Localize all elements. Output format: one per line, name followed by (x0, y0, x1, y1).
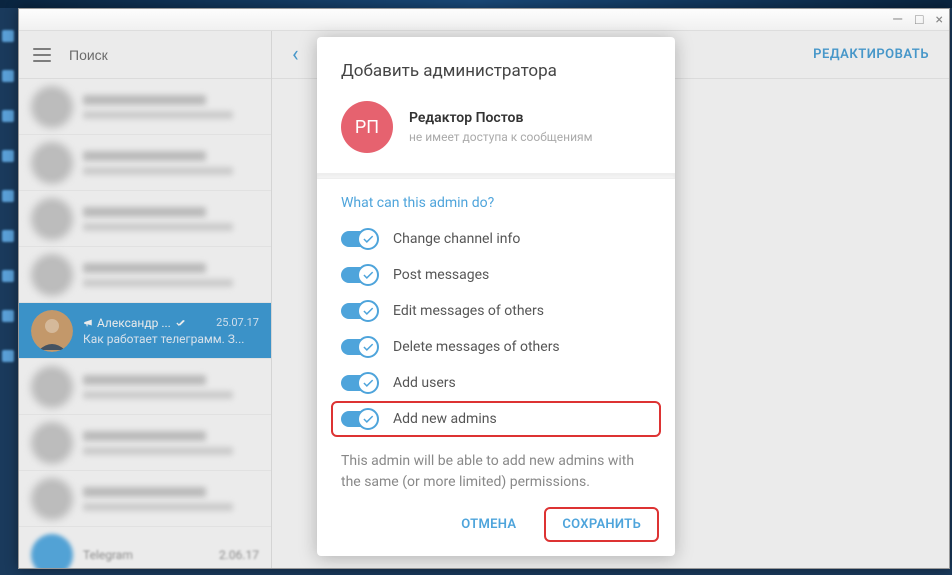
admin-name: Редактор Постов (409, 110, 592, 126)
toggle-switch[interactable] (341, 375, 377, 391)
check-icon (361, 340, 375, 354)
modal-actions: ОТМЕНА СОХРАНИТЬ (317, 493, 675, 542)
permission-label: Change channel info (393, 231, 520, 247)
admin-subtext: не имеет доступа к сообщениям (409, 130, 592, 144)
toggle-switch[interactable] (341, 339, 377, 355)
permission-label: Edit messages of others (393, 303, 544, 319)
maximize-icon[interactable]: □ (915, 13, 923, 27)
cancel-button[interactable]: ОТМЕНА (443, 507, 534, 542)
permission-row: Delete messages of others (331, 329, 661, 365)
permission-row: Add new admins (331, 401, 661, 437)
sidebar: Александр ... 25.07.17 Как работает теле… (19, 31, 272, 568)
list-item[interactable] (19, 247, 271, 303)
chat-date: 25.07.17 (216, 316, 259, 329)
permission-label: Add new admins (393, 411, 497, 427)
list-item[interactable] (19, 79, 271, 135)
toggle-switch[interactable] (341, 303, 377, 319)
list-item[interactable] (19, 471, 271, 527)
permissions-heading: What can this admin do? (317, 179, 675, 217)
chat-preview: Как работает телеграмм. З... (83, 332, 259, 346)
close-icon[interactable]: × (936, 13, 943, 27)
os-taskbar (0, 0, 952, 8)
check-icon (361, 304, 375, 318)
chat-list: Александр ... 25.07.17 Как работает теле… (19, 79, 271, 568)
add-admin-modal: Добавить администратора РП Редактор Пост… (317, 37, 675, 556)
desktop-icons (2, 30, 16, 362)
permissions-list: Change channel info Post messages Edit mes… (317, 217, 675, 437)
check-icon (361, 232, 375, 246)
chat-name: Telegram (83, 548, 133, 562)
list-item[interactable] (19, 135, 271, 191)
list-item-selected[interactable]: Александр ... 25.07.17 Как работает теле… (19, 303, 271, 359)
checks-icon (175, 318, 187, 328)
list-item[interactable] (19, 359, 271, 415)
list-item[interactable] (19, 415, 271, 471)
permission-label: Post messages (393, 267, 489, 283)
permission-row: Add users (331, 365, 661, 401)
list-item[interactable]: Telegram 2.06.17 (19, 527, 271, 568)
permission-row: Edit messages of others (331, 293, 661, 329)
chat-date: 2.06.17 (219, 548, 259, 562)
minimize-icon[interactable]: — (892, 13, 903, 27)
save-button[interactable]: СОХРАНИТЬ (544, 507, 659, 542)
back-icon[interactable]: ‹ (292, 42, 299, 67)
list-item[interactable] (19, 191, 271, 247)
permission-row: Change channel info (331, 221, 661, 257)
avatar: РП (341, 101, 393, 153)
check-icon (361, 268, 375, 282)
sidebar-header (19, 31, 271, 79)
app-window: — □ × Алекса (18, 8, 950, 569)
search-input[interactable] (69, 47, 257, 63)
avatar (31, 310, 73, 352)
menu-icon[interactable] (33, 48, 51, 62)
permission-label: Add users (393, 375, 456, 391)
window-titlebar: — □ × (19, 9, 949, 31)
permissions-note: This admin will be able to add new admin… (317, 437, 675, 493)
admin-summary: РП Редактор Постов не имеет доступа к со… (317, 97, 675, 173)
check-icon (361, 376, 375, 390)
modal-title: Добавить администратора (317, 61, 675, 97)
edit-button[interactable]: РЕДАКТИРОВАТЬ (813, 47, 929, 62)
toggle-switch[interactable] (341, 267, 377, 283)
toggle-switch[interactable] (341, 411, 377, 427)
megaphone-icon (83, 318, 93, 328)
check-icon (361, 412, 375, 426)
toggle-switch[interactable] (341, 231, 377, 247)
permission-row: Post messages (331, 257, 661, 293)
chat-name: Александр ... (83, 316, 187, 330)
permission-label: Delete messages of others (393, 339, 560, 355)
